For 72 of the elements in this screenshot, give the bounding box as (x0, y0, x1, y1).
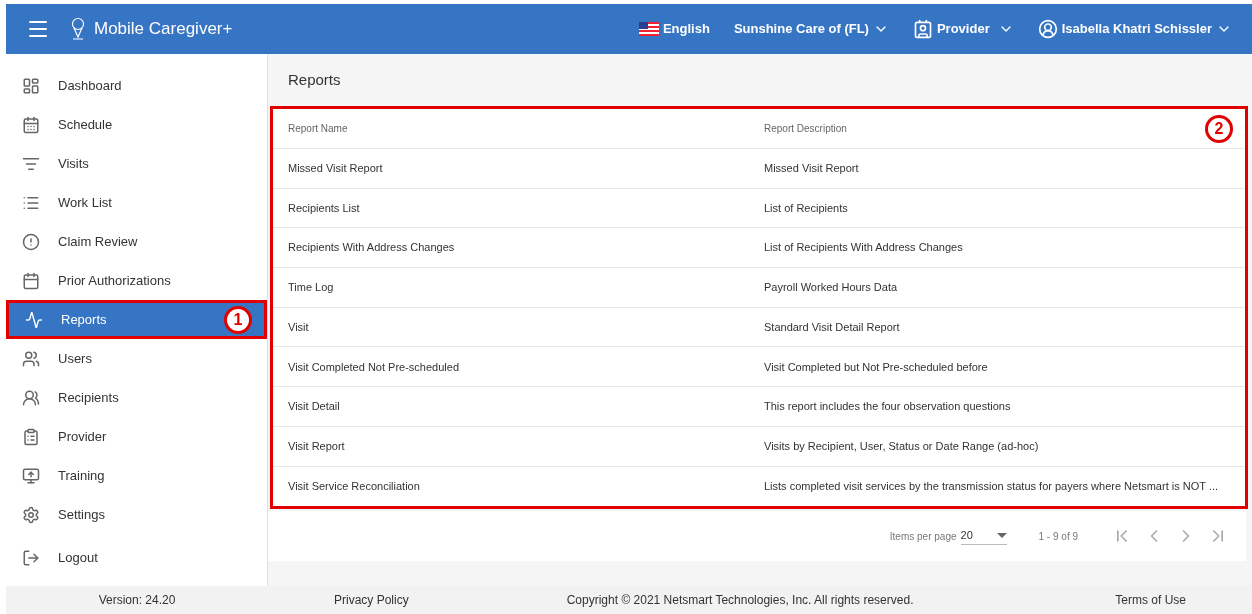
calendar-icon (22, 271, 40, 290)
table-cell-text: Standard Visit Detail Report (764, 319, 900, 335)
users-icon (22, 349, 40, 368)
role-dropdown[interactable]: Provider (912, 19, 1014, 39)
table-cell-text: Lists completed visit services by the transmission status for payers where Netsmart is NOT ... (764, 479, 1218, 495)
table-cell-text: This report includes the four observation questions (764, 399, 1011, 415)
table-cell-text: Visit Service Reconciliation (288, 479, 421, 495)
items-per-page-select[interactable]: 20 (960, 527, 1007, 545)
terms-of-use-link[interactable]: Terms of Use (1115, 591, 1186, 609)
items-per-page-label: Items per page (889, 529, 957, 544)
table-row[interactable]: Time Log Payroll Worked Hours Data (273, 268, 1245, 308)
people-icon (22, 388, 40, 407)
table-cell-text: Visit Detail (288, 399, 341, 415)
upload-icon (22, 466, 40, 485)
table-cell-text: Visit Completed but Not Pre-scheduled before (764, 359, 988, 375)
logout-icon (22, 548, 40, 567)
sidebar-item[interactable]: Settings (6, 495, 267, 534)
table-cell-text: Visits by Recipient, User, Status or Date Range (ad-hoc) (764, 438, 1039, 454)
sidebar-item[interactable]: Prior Authorizations (6, 261, 267, 300)
table-cell-text: Visit Report (288, 438, 346, 454)
dashboard-icon (22, 76, 40, 95)
sidebar-item[interactable]: Reports 1 (6, 300, 267, 339)
agency-dropdown[interactable]: Sunshine Care of (FL) (733, 19, 889, 39)
table-cell-text: Recipients List (288, 200, 361, 216)
user-menu[interactable]: Isabella Khatri Schissler (1037, 19, 1232, 39)
table-row[interactable]: Recipients With Address Changes List of Recipients With Address Changes (273, 228, 1245, 269)
table-cell-text: Missed Visit Report (288, 161, 384, 177)
language-button[interactable]: English (638, 19, 710, 39)
user-avatar-icon (1037, 19, 1058, 39)
sidebar-item[interactable]: Users (6, 339, 267, 378)
table-cell-text: Recipients With Address Changes (288, 240, 456, 256)
table-row[interactable]: Visit Report Visits by Recipient, User, Status or Date Range (ad-hoc) (273, 426, 1245, 467)
sidebar-item[interactable]: Provider (6, 417, 267, 456)
table-row[interactable]: Missed Visit Report Missed Visit Report (273, 149, 1245, 189)
page-range: 1 - 9 of 9 (1038, 529, 1078, 544)
table-cell-text: List of Recipients (764, 200, 848, 216)
copyright-text: Copyright © 2021 Netsmart Technologies, Inc. All rights reserved. (566, 592, 914, 609)
table-row[interactable]: Recipients List List of Recipients (273, 188, 1245, 229)
sidebar-item[interactable]: Claim Review (6, 222, 267, 261)
sidebar-item[interactable]: Recipients (6, 378, 267, 417)
table-cell-text: Payroll Worked Hours Data (764, 280, 898, 296)
clipboard-icon (22, 427, 40, 446)
line-chart-icon (25, 310, 43, 329)
callout-number: 1 (224, 305, 252, 334)
table-cell-text: Missed Visit Report (764, 161, 859, 177)
sidebar-item[interactable]: Dashboard (6, 66, 267, 105)
alert-icon (22, 232, 40, 251)
sidebar-item[interactable]: Schedule (6, 105, 267, 144)
id-card-icon (912, 19, 933, 39)
privacy-policy-link[interactable]: Privacy Policy (334, 591, 409, 609)
sidebar-item[interactable]: Work List (6, 183, 267, 222)
table-cell-text: List of Recipients With Address Changes (764, 240, 963, 256)
column-header[interactable]: Report Description (764, 121, 847, 136)
calendar-icon (22, 115, 40, 134)
callout-number: 2 (1205, 114, 1233, 143)
table-cell-text: Time Log (288, 280, 335, 296)
version-text: Version: 24.20 (97, 592, 177, 609)
table-row[interactable]: Visit Standard Visit Detail Report (273, 307, 1245, 348)
table-cell-text: Visit Completed Not Pre-scheduled (288, 359, 460, 375)
table-row[interactable]: Visit Completed Not Pre-scheduled Visit Completed but Not Pre-scheduled before (273, 347, 1245, 388)
settings-icon (22, 505, 40, 524)
table-cell-text: Visit (288, 319, 310, 335)
dropdown-icon (996, 533, 1007, 539)
table-row[interactable]: Visit Detail This report includes the four observation questions (273, 387, 1245, 427)
app-name: Mobile Caregiver+ (94, 18, 233, 41)
flag-icon (638, 22, 659, 36)
sidebar-item[interactable]: Training (6, 456, 267, 495)
logo-icon (70, 17, 86, 41)
table-row[interactable]: Visit Service Reconciliation Lists completed visit services by the transmission status for payers where Netsmart is NOT ... (273, 466, 1245, 507)
column-header[interactable]: Report Name (288, 121, 764, 136)
sidebar-item[interactable]: Visits (6, 144, 267, 183)
sidebar-item[interactable]: Logout (6, 538, 267, 577)
